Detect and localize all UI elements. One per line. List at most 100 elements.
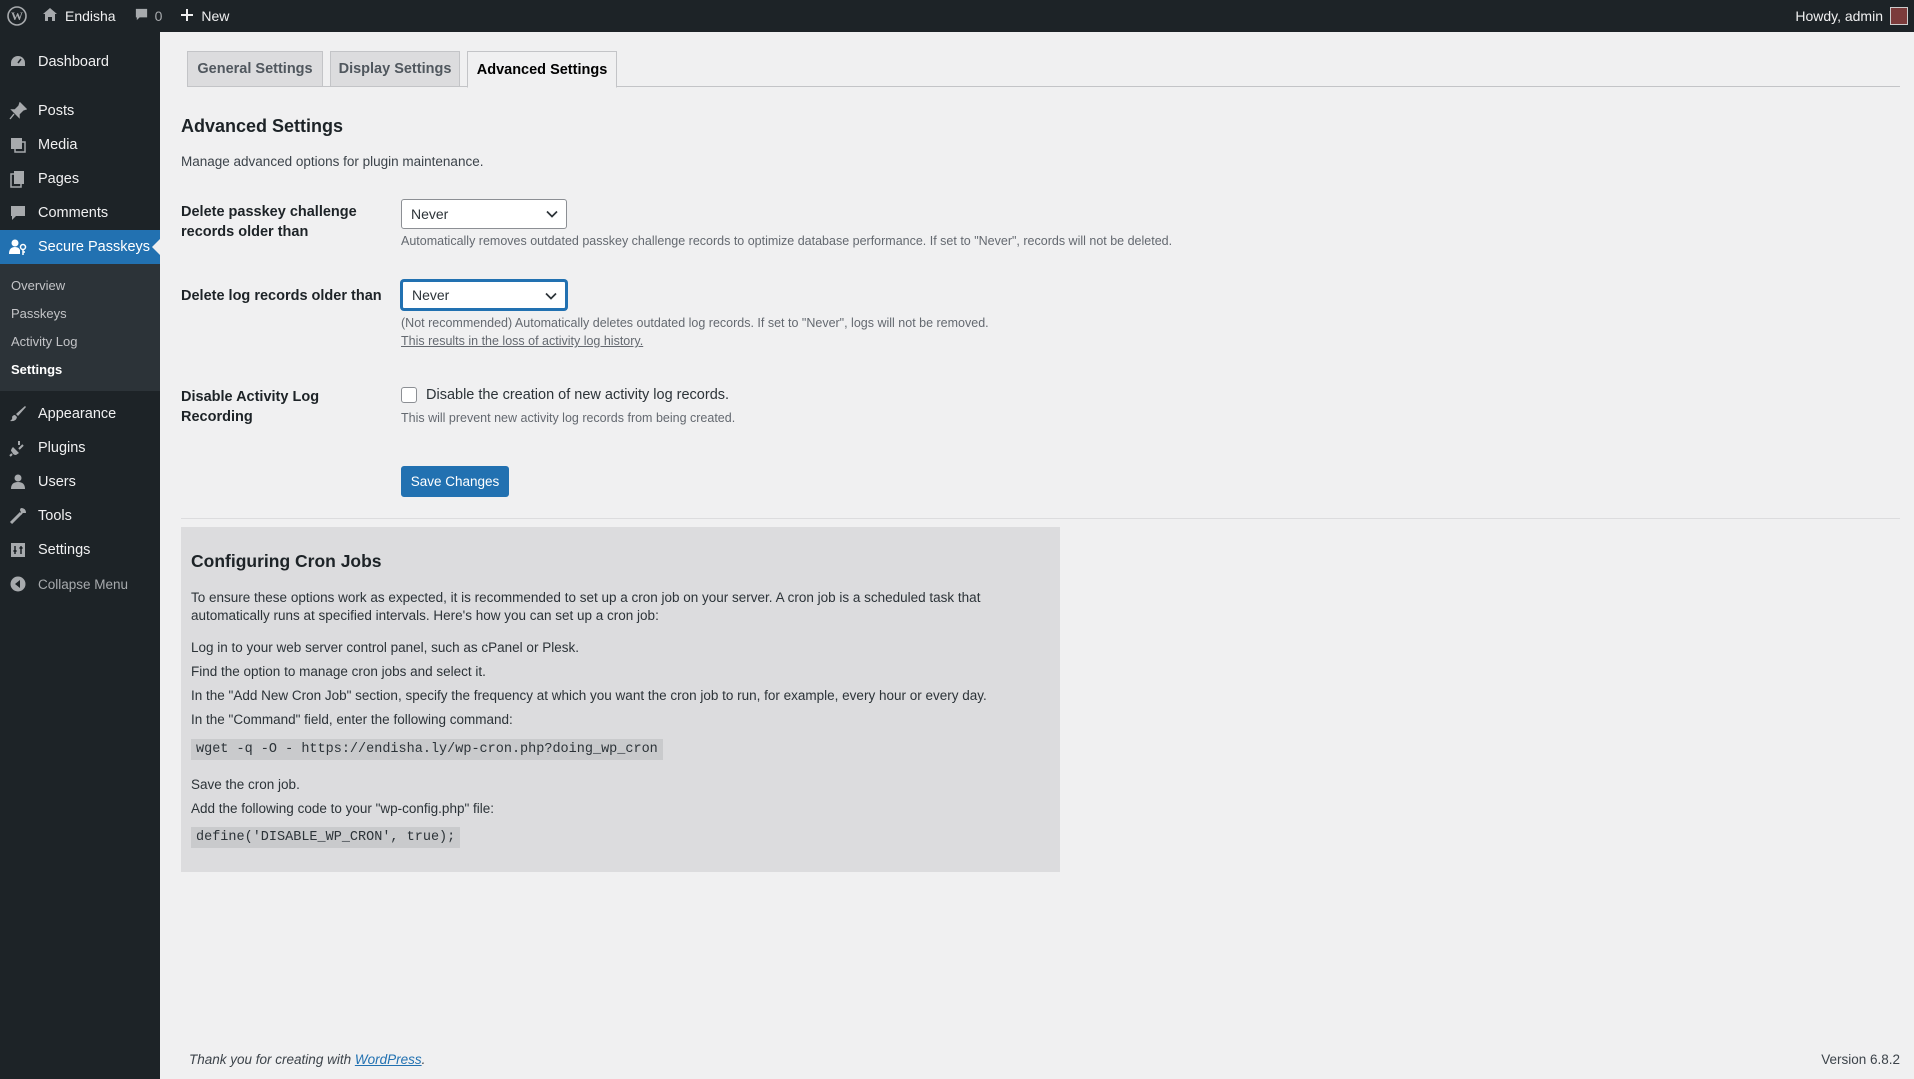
- submenu-item-activity-log[interactable]: Activity Log: [0, 327, 160, 355]
- tab-advanced-settings[interactable]: Advanced Settings: [467, 51, 617, 88]
- settings-tabs: General Settings Display Settings Advanc…: [187, 51, 1900, 88]
- cron-title: Configuring Cron Jobs: [191, 551, 382, 571]
- sidebar-item-label: Plugins: [38, 440, 86, 456]
- disable-log-description: This will prevent new activity log recor…: [401, 411, 736, 425]
- comments-link[interactable]: 0: [125, 0, 172, 32]
- sidebar-item-label: Settings: [38, 542, 91, 558]
- sidebar-item-label: Posts: [38, 103, 75, 119]
- collapse-menu-label: Collapse Menu: [38, 576, 129, 592]
- plugin-icon: [8, 438, 28, 458]
- admin-bar: W Endisha 0 New Howdy, admin: [0, 0, 1914, 32]
- challenge-cleanup-label: Delete passkey challenge records older t…: [181, 202, 357, 242]
- sidebar-item-label: Dashboard: [38, 54, 109, 70]
- avatar: [1890, 7, 1908, 25]
- disable-log-label-line2: Recording: [181, 409, 253, 425]
- my-account-link[interactable]: Howdy, admin: [1786, 0, 1914, 32]
- log-cleanup-select[interactable]: Never: [401, 280, 567, 310]
- cron-step-2: Find the option to manage cron jobs and …: [191, 664, 486, 679]
- settings-icon: [8, 540, 28, 560]
- tab-general-settings[interactable]: General Settings: [187, 51, 323, 87]
- footer-suffix: .: [421, 1052, 426, 1067]
- cron-jobs-info-box: Configuring Cron Jobs To ensure these op…: [181, 527, 1060, 872]
- collapse-menu-button[interactable]: Collapse Menu: [0, 567, 160, 601]
- log-cleanup-value: Never: [412, 287, 450, 303]
- users-key-icon: [8, 237, 28, 257]
- svg-text:W: W: [11, 9, 23, 23]
- footer-thanks-text: Thank you for creating with: [189, 1052, 355, 1067]
- new-content-link[interactable]: New: [171, 0, 238, 32]
- submenu-item-passkeys[interactable]: Passkeys: [0, 299, 160, 327]
- challenge-label-line2: records older than: [181, 224, 309, 240]
- tab-display-settings[interactable]: Display Settings: [330, 51, 460, 87]
- cron-intro-line1: To ensure these options work as expected…: [191, 590, 981, 605]
- cron-config-step: Add the following code to your "wp-confi…: [191, 801, 495, 816]
- sidebar-item-users[interactable]: Users: [0, 465, 160, 499]
- comment-icon: [8, 203, 28, 223]
- wordpress-logo-icon[interactable]: W: [0, 0, 33, 32]
- sidebar-item-posts[interactable]: Posts: [0, 94, 160, 128]
- sidebar-item-label: Appearance: [38, 406, 117, 422]
- log-cleanup-label: Delete log records older than: [181, 288, 382, 304]
- pages-icon: [8, 169, 28, 189]
- sidebar-item-label: Comments: [38, 205, 109, 221]
- challenge-cleanup-description: Automatically removes outdated passkey c…: [401, 234, 1173, 248]
- disable-log-label: Disable Activity Log Recording: [181, 387, 319, 427]
- footer-version: Version 6.8.2: [1821, 1052, 1900, 1067]
- submenu-item-overview[interactable]: Overview: [0, 271, 160, 299]
- cron-step-1: Log in to your web server control panel,…: [191, 640, 579, 655]
- sidebar-item-appearance[interactable]: Appearance: [0, 397, 160, 431]
- sidebar-item-plugins[interactable]: Plugins: [0, 431, 160, 465]
- wrench-icon: [8, 506, 28, 526]
- footer-thanks: Thank you for creating with WordPress.: [189, 1052, 425, 1067]
- disable-log-checkbox-label: Disable the creation of new activity log…: [426, 387, 730, 403]
- challenge-cleanup-value: Never: [411, 206, 449, 222]
- wordpress-link[interactable]: WordPress: [355, 1052, 422, 1067]
- log-cleanup-description: (Not recommended) Automatically deletes …: [401, 314, 989, 350]
- sidebar-item-label: Secure Passkeys: [38, 239, 151, 255]
- disable-log-checkbox[interactable]: [401, 387, 417, 403]
- admin-sidebar: Dashboard Posts Media Pages Comments Sec…: [0, 32, 160, 1079]
- collapse-arrow-icon: [8, 574, 28, 594]
- home-icon: [42, 7, 58, 26]
- sidebar-item-dashboard[interactable]: Dashboard: [0, 42, 160, 82]
- cron-command-code: wget -q -O - https://endisha.ly/wp-cron.…: [191, 739, 663, 760]
- divider: [181, 518, 1900, 519]
- cron-step-3: In the "Add New Cron Job" section, speci…: [191, 688, 987, 703]
- brush-icon: [8, 404, 28, 424]
- sidebar-item-comments[interactable]: Comments: [0, 196, 160, 230]
- cron-intro: To ensure these options work as expected…: [191, 589, 1041, 625]
- sidebar-item-media[interactable]: Media: [0, 128, 160, 162]
- sidebar-item-secure-passkeys[interactable]: Secure Passkeys: [0, 230, 160, 264]
- page-description: Manage advanced options for plugin maint…: [181, 154, 484, 169]
- challenge-label-line1: Delete passkey challenge: [181, 204, 357, 220]
- sidebar-item-label: Pages: [38, 171, 80, 187]
- plus-icon: [180, 8, 194, 25]
- disable-log-label-line1: Disable Activity Log: [181, 389, 320, 405]
- chevron-down-icon: [544, 289, 558, 306]
- pin-icon: [8, 101, 28, 121]
- sidebar-item-settings[interactable]: Settings: [0, 533, 160, 567]
- new-label: New: [201, 8, 230, 24]
- user-icon: [8, 472, 28, 492]
- disable-log-option[interactable]: Disable the creation of new activity log…: [401, 387, 729, 403]
- page-title: Advanced Settings: [181, 116, 344, 136]
- site-name-link[interactable]: Endisha: [33, 0, 125, 32]
- cron-step-4: In the "Command" field, enter the follow…: [191, 712, 513, 727]
- wp-config-code: define('DISABLE_WP_CRON', true);: [191, 827, 461, 848]
- sidebar-item-tools[interactable]: Tools: [0, 499, 160, 533]
- comment-bubble-icon: [134, 7, 149, 25]
- media-icon: [8, 135, 28, 155]
- challenge-cleanup-select[interactable]: Never: [401, 199, 567, 229]
- sidebar-item-label: Media: [38, 137, 78, 153]
- secure-passkeys-submenu: Overview Passkeys Activity Log Settings: [0, 264, 160, 391]
- submenu-item-settings[interactable]: Settings: [0, 355, 160, 383]
- site-name: Endisha: [65, 8, 116, 24]
- cron-intro-line2: automatically runs at specified interval…: [191, 608, 659, 623]
- sidebar-item-pages[interactable]: Pages: [0, 162, 160, 196]
- save-changes-button[interactable]: Save Changes: [401, 466, 509, 497]
- cron-save-step: Save the cron job.: [191, 777, 300, 792]
- sidebar-item-label: Users: [38, 474, 76, 490]
- howdy-text: Howdy, admin: [1795, 8, 1883, 24]
- chevron-down-icon: [545, 207, 559, 224]
- comments-count: 0: [154, 8, 163, 24]
